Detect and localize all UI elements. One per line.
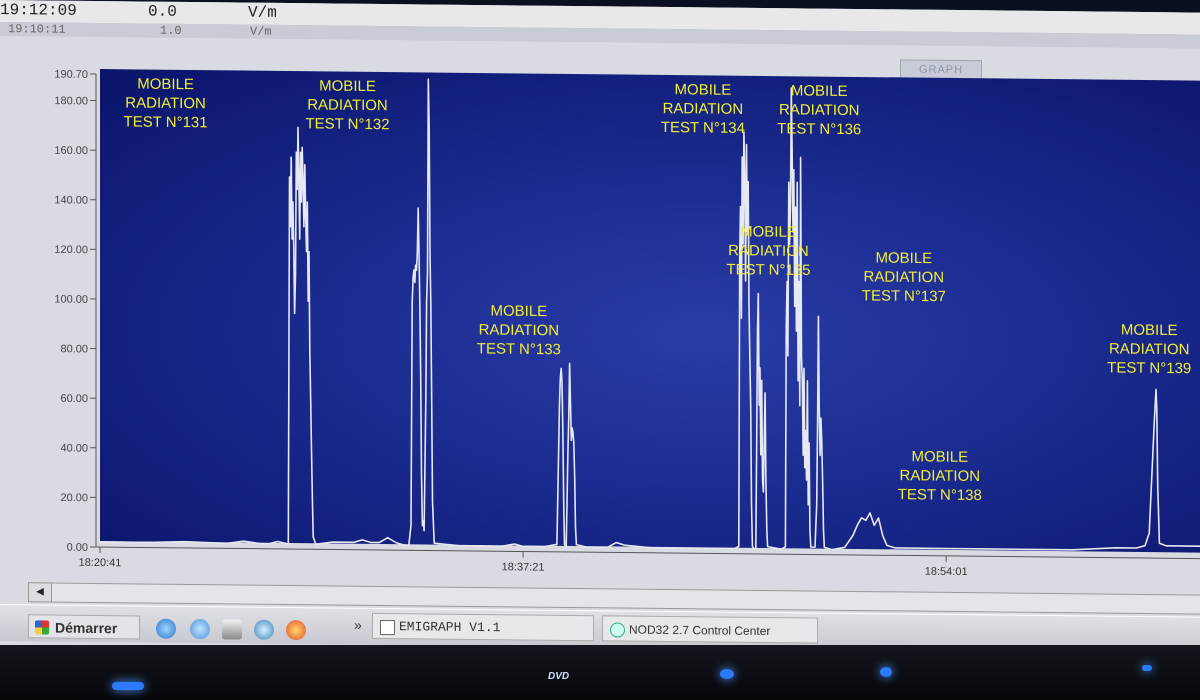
annotation-line: MOBILE <box>791 82 848 100</box>
y-tick-label: 60.00 <box>60 393 88 405</box>
annotation-line: RADIATION <box>663 100 744 118</box>
y-tick-label: 160.00 <box>54 145 88 157</box>
annotation-line: MOBILE <box>319 77 376 95</box>
test-annotation: MOBILERADIATIONTEST N°134 <box>661 81 745 137</box>
annotation-line: TEST N°139 <box>1107 359 1191 377</box>
annotation-line: MOBILE <box>911 448 968 466</box>
y-tick-label: 190.70 <box>54 69 88 81</box>
monitor-bezel: DVD <box>0 645 1200 700</box>
radiation-chart: 0.00 20.00 40.00 60.00 80.00 100.00 120.00 140.… <box>54 69 1200 578</box>
test-annotation: MOBILERADIATIONTEST N°136 <box>777 82 861 138</box>
firefox-icon[interactable] <box>286 619 306 641</box>
annotation-line: TEST N°137 <box>862 287 946 305</box>
annotation-line: MOBILE <box>1121 322 1178 340</box>
outlook-icon[interactable] <box>190 618 210 640</box>
scroll-left-arrow-icon[interactable]: ◀ <box>28 582 52 603</box>
power-led-icon <box>112 682 144 690</box>
annotation-line: TEST N°138 <box>898 486 982 504</box>
test-annotation: MOBILERADIATIONTEST N°132 <box>305 77 389 133</box>
trace-layer <box>100 78 1200 551</box>
y-tick-label: 0.00 <box>67 542 88 554</box>
annotation-line: RADIATION <box>864 268 945 286</box>
annotation-line: TEST N°134 <box>661 119 745 137</box>
bezel-button-q-icon[interactable] <box>720 669 734 679</box>
annotation-line: MOBILE <box>876 249 933 267</box>
test-annotation: MOBILERADIATIONTEST N°138 <box>898 448 982 504</box>
y-tick-label: 20.00 <box>60 492 88 504</box>
annotation-line: RADIATION <box>479 321 560 339</box>
annotation-line: MOBILE <box>675 81 732 99</box>
start-label: Démarrer <box>55 619 118 637</box>
y-tick-label: 40.00 <box>60 442 88 454</box>
ie-icon[interactable] <box>156 618 176 639</box>
y-tick-label: 140.00 <box>54 194 88 206</box>
annotation-line: MOBILE <box>740 223 797 241</box>
trash-icon[interactable] <box>222 619 242 640</box>
annotation-layer: MOBILERADIATIONTEST N°131MOBILERADIATION… <box>124 76 1192 504</box>
axis-layer: 0.00 20.00 40.00 60.00 80.00 100.00 120.00 140.… <box>54 69 1200 578</box>
x-tick-label: 18:37:21 <box>502 561 545 573</box>
quicklaunch-chevron-icon[interactable]: » <box>354 617 362 633</box>
test-annotation: MOBILERADIATIONTEST N°139 <box>1107 322 1191 378</box>
nod32-app-icon <box>610 622 625 638</box>
annotation-line: RADIATION <box>900 467 981 485</box>
task-nod32-label: NOD32 2.7 Control Center <box>629 622 771 639</box>
bezel-button-right-icon[interactable] <box>1142 665 1152 671</box>
x-tick-label: 18:54:01 <box>925 566 968 578</box>
task-nod32[interactable]: NOD32 2.7 Control Center <box>602 615 818 644</box>
annotation-line: RADIATION <box>728 242 809 260</box>
annotation-line: TEST N°136 <box>777 120 861 138</box>
monitor-screen: 19:12:09 0.0 V/m 19:10:11 1.0 V/m GRAPH … <box>0 0 1200 658</box>
network-icon[interactable] <box>254 619 274 640</box>
task-emigraph[interactable]: EMIGRAPH V1.1 <box>372 612 594 642</box>
annotation-line: MOBILE <box>491 303 548 321</box>
emigraph-app-icon <box>380 619 395 636</box>
start-button[interactable]: Démarrer <box>28 614 140 640</box>
annotation-line: TEST N°135 <box>726 261 810 279</box>
bezel-volume-icon[interactable] <box>880 667 892 677</box>
test-annotation: MOBILERADIATIONTEST N°137 <box>862 249 946 305</box>
x-tick-label: 18:20:41 <box>79 557 122 569</box>
annotation-line: MOBILE <box>137 76 194 94</box>
annotation-line: TEST N°133 <box>477 340 561 358</box>
radiation-trace <box>100 78 1200 551</box>
annotation-line: RADIATION <box>779 101 860 119</box>
test-annotation: MOBILERADIATIONTEST N°131 <box>124 76 208 132</box>
task-emigraph-label: EMIGRAPH V1.1 <box>399 619 501 636</box>
dvd-label: DVD <box>548 671 570 682</box>
y-tick-label: 100.00 <box>54 294 88 306</box>
annotation-line: RADIATION <box>1109 340 1190 358</box>
y-tick-label: 120.00 <box>54 244 88 256</box>
annotation-line: TEST N°131 <box>124 113 208 131</box>
annotation-line: TEST N°132 <box>305 115 389 133</box>
y-tick-label: 80.00 <box>60 343 88 355</box>
windows-flag-icon <box>35 620 49 635</box>
annotation-line: RADIATION <box>307 96 388 114</box>
test-annotation: MOBILERADIATIONTEST N°133 <box>477 303 561 359</box>
annotation-line: RADIATION <box>125 94 206 112</box>
y-tick-label: 180.00 <box>54 95 88 107</box>
